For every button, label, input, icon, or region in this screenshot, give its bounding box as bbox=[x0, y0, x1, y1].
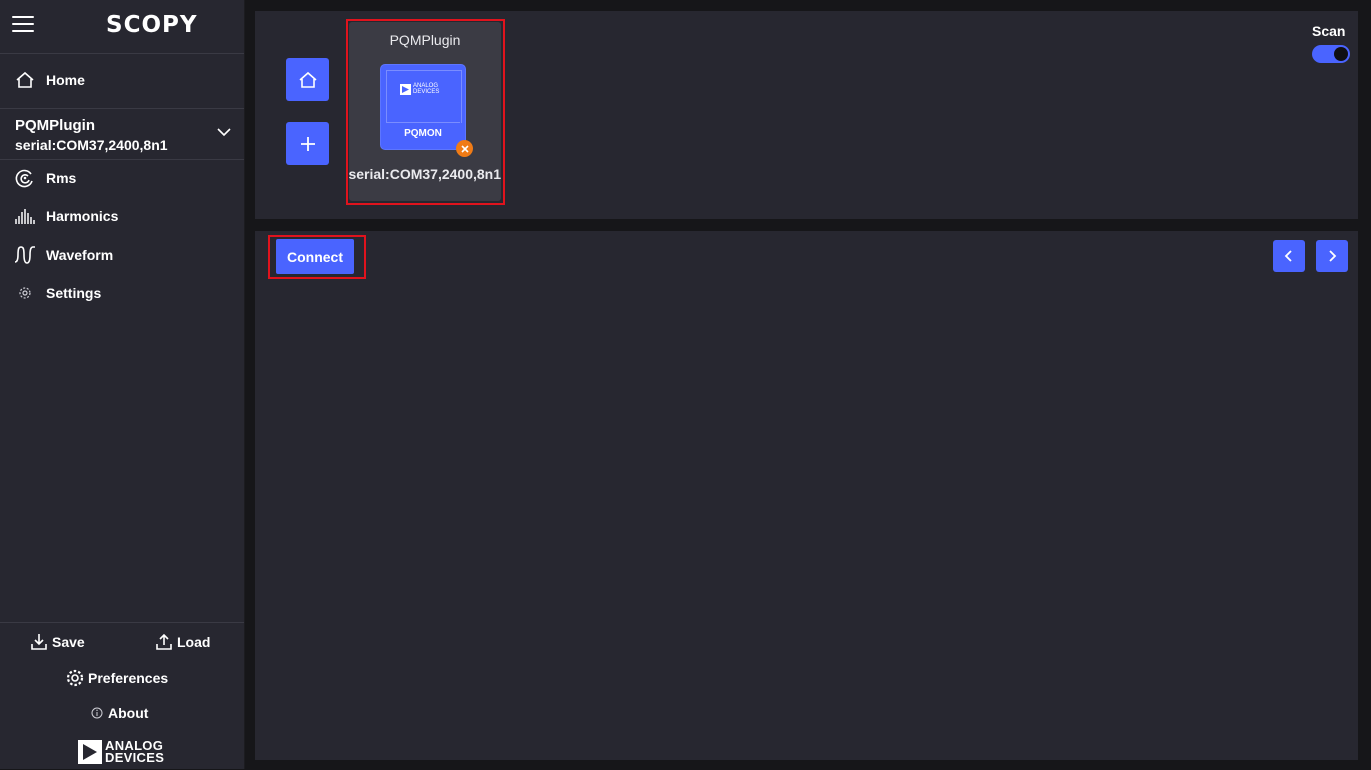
chevron-down-icon[interactable] bbox=[217, 127, 231, 137]
device-name: PQMPlugin bbox=[15, 117, 95, 134]
sidebar-item-label: Harmonics bbox=[46, 208, 119, 224]
app-logo: SCOPY bbox=[106, 12, 198, 38]
device-details-panel bbox=[255, 231, 1358, 760]
sidebar-item-waveform[interactable]: Waveform bbox=[0, 237, 244, 273]
preferences-label: Preferences bbox=[88, 670, 169, 686]
sidebar-item-settings[interactable]: Settings bbox=[0, 275, 244, 311]
harmonics-icon bbox=[14, 205, 36, 227]
device-card[interactable]: PQMPlugin ANALOG DEVICES PQMON serial:CO… bbox=[349, 22, 501, 201]
sidebar: SCOPY Home PQMPlugin serial:COM37,2400,8… bbox=[0, 0, 245, 769]
plus-icon bbox=[300, 136, 315, 151]
device-card-title: PQMPlugin bbox=[389, 32, 461, 48]
download-icon bbox=[31, 634, 47, 650]
sidebar-header: SCOPY bbox=[0, 0, 244, 54]
about-label: About bbox=[108, 705, 149, 721]
add-device-button[interactable] bbox=[286, 122, 329, 165]
sidebar-device[interactable]: PQMPlugin serial:COM37,2400,8n1 bbox=[0, 108, 244, 160]
chevron-right-icon bbox=[1329, 250, 1337, 262]
previous-button[interactable] bbox=[1273, 240, 1305, 272]
load-button[interactable]: Load bbox=[155, 633, 210, 651]
disconnected-badge-icon bbox=[456, 140, 473, 157]
upload-icon bbox=[156, 633, 172, 650]
sidebar-item-home[interactable]: Home bbox=[0, 62, 244, 98]
chip-label: PQMON bbox=[404, 128, 442, 139]
preferences-button[interactable]: Preferences bbox=[66, 669, 168, 687]
save-button[interactable]: Save bbox=[30, 633, 85, 651]
next-button[interactable] bbox=[1316, 240, 1348, 272]
about-button[interactable]: About bbox=[90, 705, 148, 721]
chip-brand-logo: ANALOG DEVICES bbox=[400, 83, 439, 95]
settings-icon bbox=[14, 282, 36, 304]
hamburger-menu-icon[interactable] bbox=[12, 16, 34, 34]
info-icon bbox=[91, 707, 103, 719]
chip-brand-line-2: DEVICES bbox=[413, 89, 440, 95]
sidebar-item-harmonics[interactable]: Harmonics bbox=[0, 198, 244, 234]
analog-devices-logo: ANALOG DEVICES bbox=[78, 739, 165, 765]
load-label: Load bbox=[177, 634, 211, 650]
sidebar-item-rms[interactable]: Rms bbox=[0, 160, 244, 196]
scan-toggle[interactable] bbox=[1312, 45, 1350, 63]
sidebar-item-label: Settings bbox=[46, 285, 102, 301]
connect-button[interactable]: Connect bbox=[276, 239, 354, 274]
scan-label: Scan bbox=[1312, 23, 1346, 39]
brand-line-2: DEVICES bbox=[105, 750, 165, 765]
sidebar-item-label: Home bbox=[46, 72, 85, 88]
gear-icon bbox=[66, 669, 84, 687]
device-chip-icon: ANALOG DEVICES PQMON bbox=[380, 64, 466, 150]
home-icon bbox=[298, 71, 317, 88]
save-label: Save bbox=[52, 634, 85, 650]
sidebar-item-label: Rms bbox=[46, 170, 77, 186]
analog-devices-logo-icon bbox=[78, 740, 102, 764]
home-button[interactable] bbox=[286, 58, 329, 101]
device-card-serial: serial:COM37,2400,8n1 bbox=[349, 166, 501, 182]
waveform-icon bbox=[14, 244, 36, 266]
rms-icon bbox=[14, 167, 36, 189]
sidebar-item-label: Waveform bbox=[46, 247, 114, 263]
analog-devices-logo-icon bbox=[400, 83, 411, 95]
toggle-knob bbox=[1334, 47, 1348, 61]
device-serial: serial:COM37,2400,8n1 bbox=[15, 137, 168, 153]
home-icon bbox=[14, 69, 36, 91]
sidebar-footer: Save Load Preferences About ANALOG DEVIC… bbox=[0, 622, 244, 770]
chevron-left-icon bbox=[1284, 250, 1292, 262]
